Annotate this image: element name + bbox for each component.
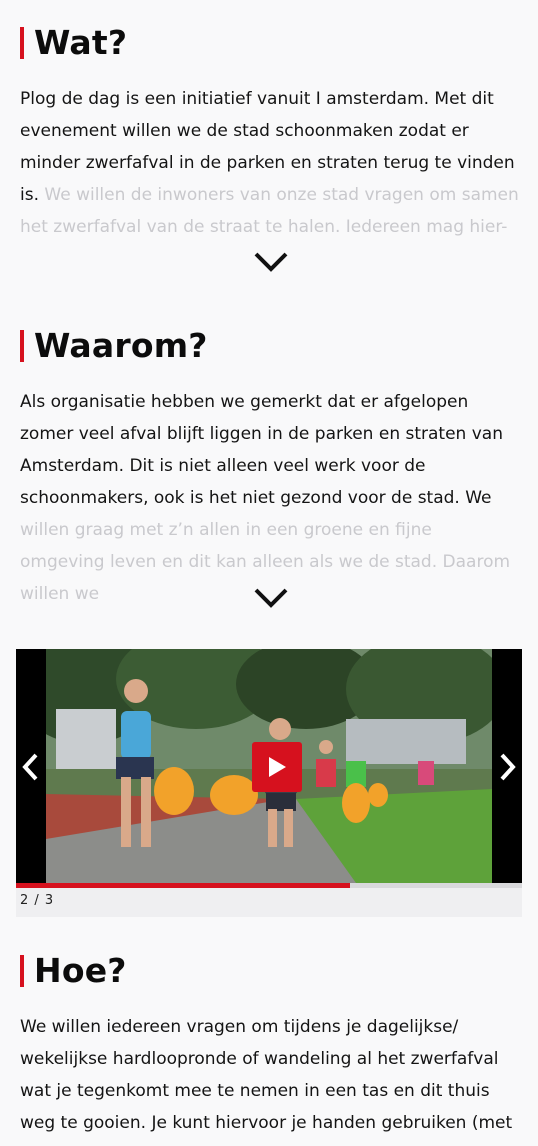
video-carousel: 2 / 3 — [16, 649, 522, 917]
chevron-down-icon[interactable] — [252, 250, 290, 274]
carousel-counter: 2 / 3 — [20, 893, 55, 908]
play-icon — [269, 757, 286, 777]
section-heading: Waarom? — [20, 326, 208, 365]
section-title: Waarom? — [34, 326, 208, 365]
section-title: Hoe? — [34, 951, 127, 990]
carousel-progress-bar — [16, 883, 522, 888]
carousel-progress-fill — [16, 883, 350, 888]
carousel-prev-button[interactable] — [16, 749, 46, 785]
section-title: Wat? — [34, 23, 128, 62]
chevron-left-icon — [22, 753, 38, 781]
play-button[interactable] — [252, 742, 302, 792]
section-text-visible: Als organisatie hebben we gemerkt dat er… — [20, 392, 503, 508]
chevron-right-icon — [500, 753, 516, 781]
heading-accent-bar — [20, 329, 24, 362]
section-heading: Wat? — [20, 23, 127, 62]
section-wat: Wat? Plog de dag is een initiatief vanui… — [0, 0, 538, 290]
section-heading: Hoe? — [20, 951, 127, 990]
section-hoe: Hoe? We willen iedereen vragen om tijden… — [0, 945, 538, 1146]
section-text: We willen iedereen vragen om tijdens je … — [20, 1011, 520, 1139]
section-text-faded: We willen de inwoners van onze stad vrag… — [20, 185, 519, 237]
carousel-slide — [16, 649, 522, 883]
section-text: Als organisatie hebben we gemerkt dat er… — [20, 386, 520, 610]
section-text-visible: We willen iedereen vragen om tijdens je … — [20, 1017, 513, 1133]
heading-accent-bar — [20, 26, 24, 59]
section-waarom: Waarom? Als organisatie hebben we gemerk… — [0, 320, 538, 620]
carousel-next-button[interactable] — [492, 749, 522, 785]
heading-accent-bar — [20, 954, 24, 987]
chevron-down-icon[interactable] — [252, 586, 290, 610]
section-text: Plog de dag is een initiatief vanuit I a… — [20, 83, 520, 243]
